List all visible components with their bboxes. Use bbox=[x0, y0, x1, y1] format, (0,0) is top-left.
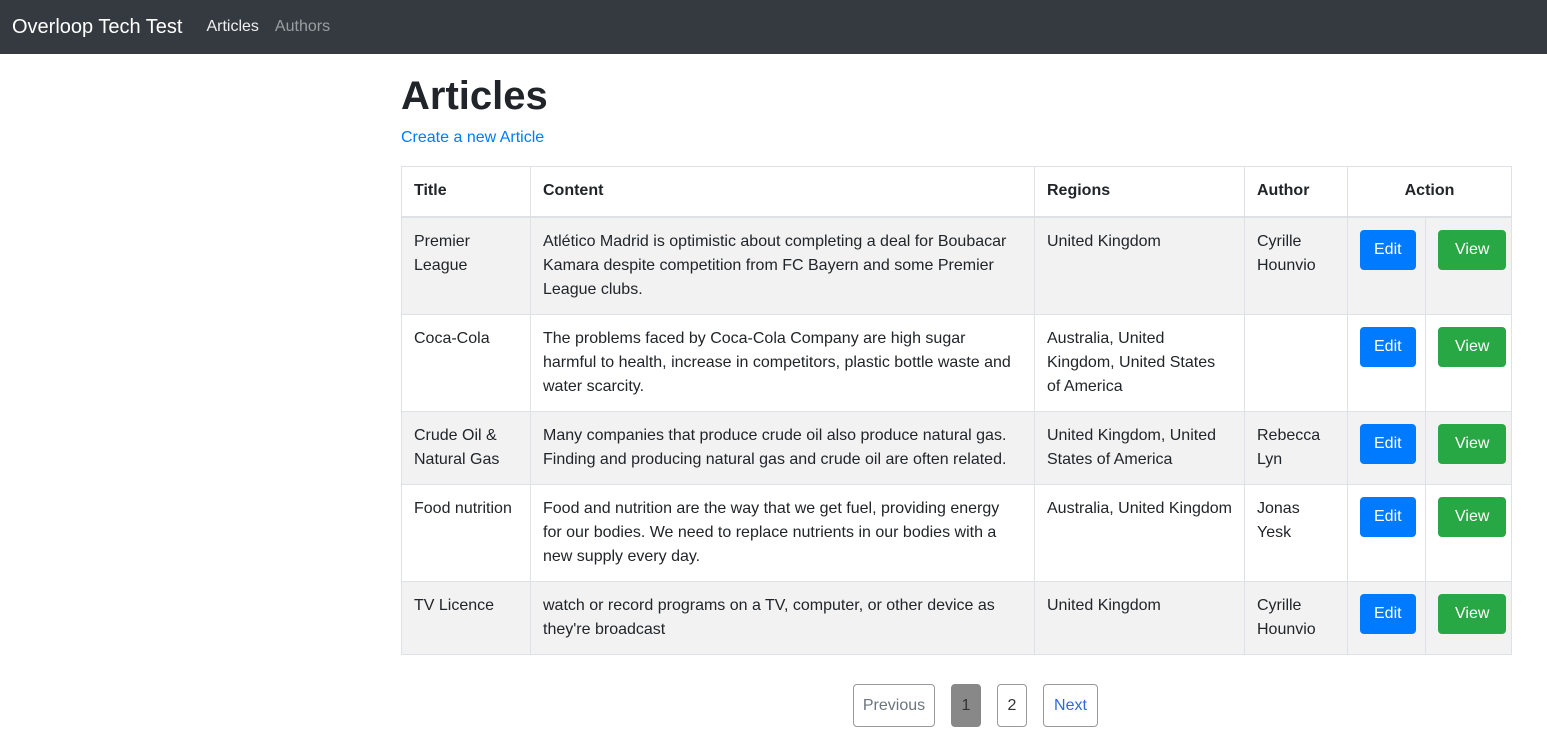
view-button[interactable]: View bbox=[1438, 326, 1507, 367]
page-button-1[interactable]: 1 bbox=[951, 684, 981, 727]
nav-link-articles[interactable]: Articles bbox=[206, 18, 258, 36]
cell-edit: Edit bbox=[1347, 580, 1426, 655]
cell-content: watch or record programs on a TV, comput… bbox=[530, 580, 1035, 655]
edit-button[interactable]: Edit bbox=[1360, 326, 1416, 367]
table-row: Premier League Atlético Madrid is optimi… bbox=[401, 216, 1512, 315]
cell-author: Jonas Yesk bbox=[1244, 483, 1348, 582]
next-page-button[interactable]: Next bbox=[1043, 684, 1098, 727]
pagination: Previous 1 2 Next bbox=[853, 684, 1098, 727]
edit-button[interactable]: Edit bbox=[1360, 423, 1416, 464]
top-navbar: Overloop Tech Test Articles Authors bbox=[0, 0, 1547, 54]
create-article-link[interactable]: Create a new Article bbox=[401, 128, 544, 148]
cell-view: View bbox=[1425, 580, 1512, 655]
view-button[interactable]: View bbox=[1438, 229, 1507, 270]
nav-link-authors[interactable]: Authors bbox=[275, 18, 330, 36]
page-button-2[interactable]: 2 bbox=[997, 684, 1027, 727]
edit-button[interactable]: Edit bbox=[1360, 496, 1416, 537]
cell-regions: United Kingdom bbox=[1034, 216, 1245, 315]
cell-title: Premier League bbox=[401, 216, 531, 315]
edit-button[interactable]: Edit bbox=[1360, 229, 1416, 270]
cell-author bbox=[1244, 313, 1348, 412]
cell-view: View bbox=[1425, 216, 1512, 315]
articles-table: Title Content Regions Author Action Prem… bbox=[401, 166, 1512, 655]
cell-content: Food and nutrition are the way that we g… bbox=[530, 483, 1035, 582]
cell-edit: Edit bbox=[1347, 313, 1426, 412]
cell-view: View bbox=[1425, 313, 1512, 412]
cell-view: View bbox=[1425, 483, 1512, 582]
main-content: Articles Create a new Article Title Cont… bbox=[401, 54, 1512, 655]
previous-page-button[interactable]: Previous bbox=[853, 684, 935, 727]
table-row: Food nutrition Food and nutrition are th… bbox=[401, 483, 1512, 582]
cell-author: Rebecca Lyn bbox=[1244, 410, 1348, 485]
cell-content: Atlético Madrid is optimistic about comp… bbox=[530, 216, 1035, 315]
cell-regions: Australia, United Kingdom, United States… bbox=[1034, 313, 1245, 412]
cell-regions: Australia, United Kingdom bbox=[1034, 483, 1245, 582]
cell-content: The problems faced by Coca-Cola Company … bbox=[530, 313, 1035, 412]
cell-edit: Edit bbox=[1347, 216, 1426, 315]
column-header-action: Action bbox=[1347, 166, 1512, 218]
column-header-title: Title bbox=[401, 166, 531, 218]
cell-author: Cyrille Hounvio bbox=[1244, 216, 1348, 315]
cell-content: Many companies that produce crude oil al… bbox=[530, 410, 1035, 485]
cell-title: Crude Oil & Natural Gas bbox=[401, 410, 531, 485]
cell-title: Coca-Cola bbox=[401, 313, 531, 412]
table-row: Crude Oil & Natural Gas Many companies t… bbox=[401, 410, 1512, 485]
view-button[interactable]: View bbox=[1438, 496, 1507, 537]
column-header-author: Author bbox=[1244, 166, 1348, 218]
edit-button[interactable]: Edit bbox=[1360, 593, 1416, 634]
column-header-content: Content bbox=[530, 166, 1035, 218]
cell-view: View bbox=[1425, 410, 1512, 485]
table-row: TV Licence watch or record programs on a… bbox=[401, 580, 1512, 655]
table-body: Premier League Atlético Madrid is optimi… bbox=[401, 216, 1512, 655]
navbar-brand[interactable]: Overloop Tech Test bbox=[12, 16, 182, 39]
cell-edit: Edit bbox=[1347, 483, 1426, 582]
table-header: Title Content Regions Author Action bbox=[401, 166, 1512, 218]
view-button[interactable]: View bbox=[1438, 423, 1507, 464]
cell-regions: United Kingdom, United States of America bbox=[1034, 410, 1245, 485]
cell-edit: Edit bbox=[1347, 410, 1426, 485]
cell-regions: United Kingdom bbox=[1034, 580, 1245, 655]
column-header-regions: Regions bbox=[1034, 166, 1245, 218]
page-title: Articles bbox=[401, 74, 548, 118]
table-row: Coca-Cola The problems faced by Coca-Col… bbox=[401, 313, 1512, 412]
view-button[interactable]: View bbox=[1438, 593, 1507, 634]
cell-title: Food nutrition bbox=[401, 483, 531, 582]
cell-title: TV Licence bbox=[401, 580, 531, 655]
cell-author: Cyrille Hounvio bbox=[1244, 580, 1348, 655]
